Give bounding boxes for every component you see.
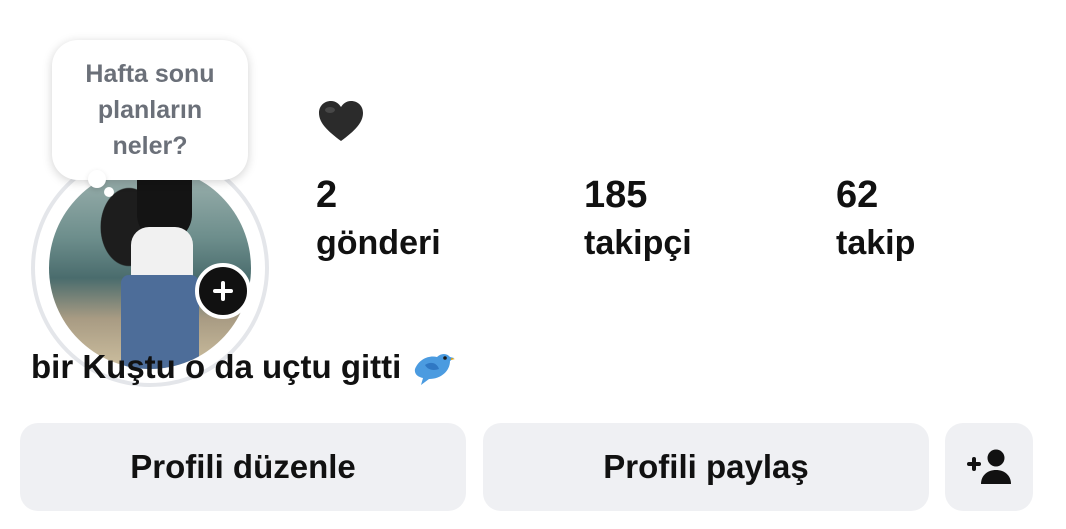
following-label: takip [836, 224, 916, 262]
bird-emoji [415, 354, 456, 385]
share-profile-label: Profili paylaş [603, 448, 809, 485]
following-count: 62 [836, 174, 879, 216]
stat-following[interactable]: 62 takip [836, 172, 915, 268]
edit-profile-button[interactable]: Profili düzenle [20, 423, 466, 511]
note-text: Hafta sonu planların neler? [85, 60, 215, 160]
followers-label: takipçi [584, 224, 692, 262]
black-heart-emoji [319, 101, 363, 141]
share-profile-button[interactable]: Profili paylaş [483, 423, 929, 511]
add-story-button[interactable] [195, 263, 251, 319]
discover-people-button[interactable] [945, 423, 1033, 511]
stat-posts[interactable]: 2 gönderi [316, 172, 441, 268]
bio-text: bir Kuştu o da uçtu gitti [31, 348, 402, 385]
note-tail [88, 170, 106, 188]
plus-icon [213, 281, 233, 301]
note-tail-small [104, 187, 114, 197]
note-bubble[interactable]: Hafta sonu planların neler? [52, 40, 248, 180]
stat-followers[interactable]: 185 takipçi [584, 172, 692, 268]
bio: bir Kuştu o da uçtu gitti [31, 343, 456, 391]
add-person-icon [967, 449, 1011, 484]
posts-label: gönderi [316, 224, 441, 262]
followers-count: 185 [584, 174, 648, 216]
edit-profile-label: Profili düzenle [130, 448, 356, 485]
posts-count: 2 [316, 174, 338, 216]
